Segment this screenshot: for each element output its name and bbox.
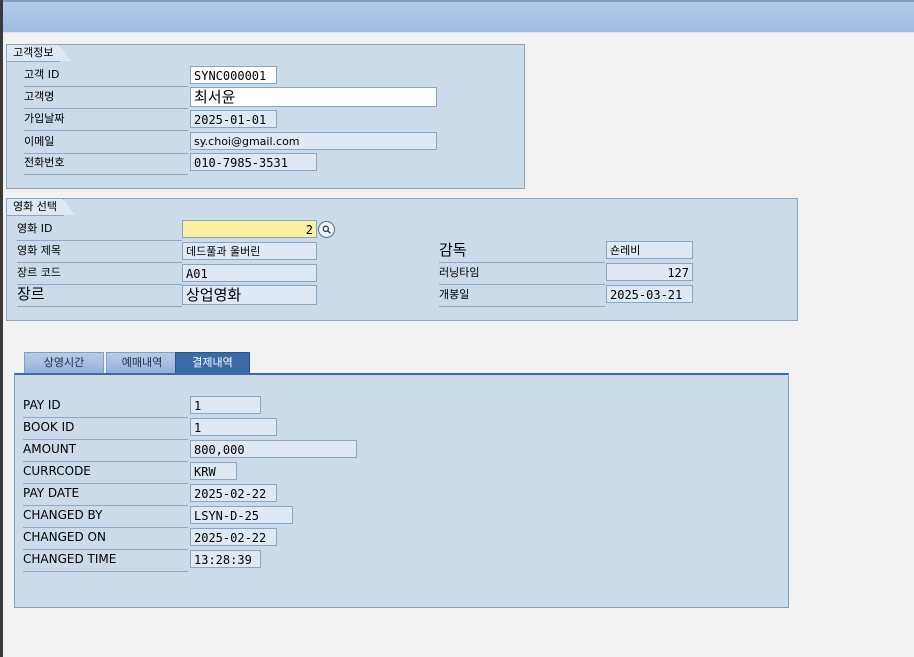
runtime-field[interactable]: 127 xyxy=(606,263,693,281)
phone-label: 전화번호 xyxy=(24,154,188,175)
title-bar xyxy=(0,0,914,32)
window-left-edge xyxy=(0,0,3,657)
search-icon xyxy=(322,225,331,234)
changed-time-field[interactable]: 13:28:39 xyxy=(190,550,261,568)
customer-info-group: 고객정보 고객 ID SYNC000001 고객명 최서윤 가입날짜 2025-… xyxy=(6,44,525,189)
pay-date-field[interactable]: 2025-02-22 xyxy=(190,484,277,502)
join-date-field[interactable]: 2025-01-01 xyxy=(190,110,277,128)
changed-on-label: CHANGED ON xyxy=(23,528,188,550)
customer-id-label: 고객 ID xyxy=(24,66,188,87)
customer-info-title: 고객정보 xyxy=(7,45,73,62)
movie-select-title: 영화 선택 xyxy=(7,199,75,216)
movie-id-label: 영화 ID xyxy=(17,220,182,241)
tab-reservations[interactable]: 예매내역 xyxy=(106,352,178,373)
tab-showtimes[interactable]: 상영시간 xyxy=(24,352,104,373)
changed-by-field[interactable]: LSYN-D-25 xyxy=(190,506,293,524)
pay-id-field[interactable]: 1 xyxy=(190,396,261,414)
runtime-label: 러닝타임 xyxy=(439,264,605,285)
book-id-field[interactable]: 1 xyxy=(190,418,277,436)
book-id-label: BOOK ID xyxy=(23,418,188,440)
join-date-label: 가입날짜 xyxy=(24,110,188,131)
currcode-label: CURRCODE xyxy=(23,462,188,484)
customer-id-field[interactable]: SYNC000001 xyxy=(190,66,277,84)
movie-search-button[interactable] xyxy=(318,221,335,238)
movie-id-input[interactable]: 2 xyxy=(182,220,317,238)
changed-time-label: CHANGED TIME xyxy=(23,550,188,572)
amount-label: AMOUNT xyxy=(23,440,188,462)
changed-on-field[interactable]: 2025-02-22 xyxy=(190,528,277,546)
pay-date-label: PAY DATE xyxy=(23,484,188,506)
director-field[interactable]: 숀레비 xyxy=(606,241,693,259)
director-label: 감독 xyxy=(439,241,605,263)
payment-tab-panel: PAY ID 1 BOOK ID 1 AMOUNT 800,000 CURRCO… xyxy=(14,373,789,608)
title-bar-divider xyxy=(0,32,914,33)
amount-field[interactable]: 800,000 xyxy=(190,440,357,458)
genre-label: 장르 xyxy=(17,285,182,307)
customer-name-label: 고객명 xyxy=(24,88,188,109)
email-field[interactable]: sy.choi@gmail.com xyxy=(190,132,437,150)
phone-field[interactable]: 010-7985-3531 xyxy=(190,153,317,171)
movie-title-label: 영화 제목 xyxy=(17,242,182,263)
release-date-label: 개봉일 xyxy=(439,286,605,307)
genre-field[interactable]: 상업영화 xyxy=(182,285,317,305)
movie-title-field[interactable]: 데드풀과 울버린 xyxy=(182,242,317,260)
currcode-field[interactable]: KRW xyxy=(190,462,237,480)
email-label: 이메일 xyxy=(24,133,188,154)
customer-name-field[interactable]: 최서윤 xyxy=(190,87,437,107)
tab-payments[interactable]: 결제내역 xyxy=(175,352,250,373)
changed-by-label: CHANGED BY xyxy=(23,506,188,528)
movie-select-group: 영화 선택 영화 ID 2 영화 제목 데드풀과 울버린 장르 코드 A01 장… xyxy=(6,198,798,321)
genre-code-field[interactable]: A01 xyxy=(182,264,317,282)
genre-code-label: 장르 코드 xyxy=(17,264,182,285)
release-date-field[interactable]: 2025-03-21 xyxy=(606,285,693,303)
pay-id-label: PAY ID xyxy=(23,396,188,418)
